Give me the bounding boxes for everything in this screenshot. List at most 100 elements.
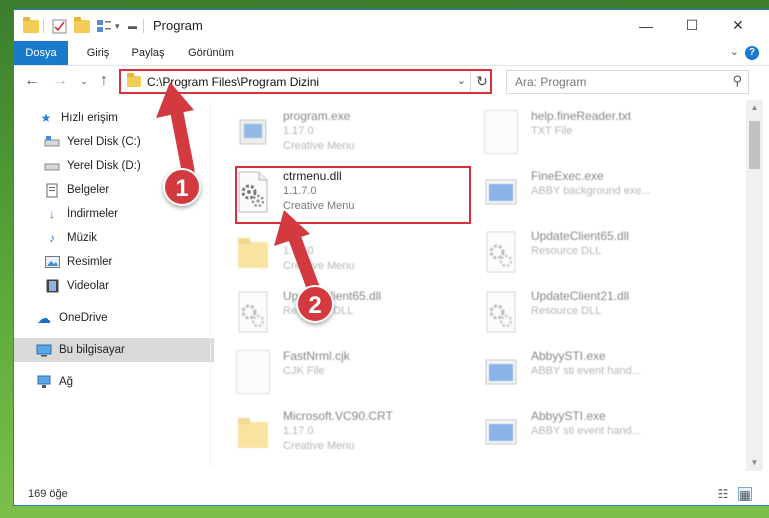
customize-toolbar-icon[interactable]: ▬ [128,17,137,35]
step-badge-1: 1 [163,168,201,206]
scrollbar-thumb[interactable] [749,121,760,169]
recent-locations-icon[interactable]: ⌄ [74,71,94,91]
address-folder-icon [127,73,141,87]
dll-gear-icon [486,291,516,333]
file-type: TXT File [531,125,573,137]
folder-icon [23,16,39,35]
maximize-button[interactable]: ☐ [669,10,715,41]
sidebar-item-onedrive[interactable]: ☁ OneDrive [14,306,230,330]
file-item[interactable]: AbbyySTI.exe ABBY sti event hand... [462,344,702,404]
pictures-icon [44,255,60,269]
window-title: Program [153,18,203,33]
address-path[interactable]: C:\Program Files\Program Dizini [147,75,319,89]
file-description: ABBY sti event hand... [531,425,641,437]
drive-icon [44,135,60,149]
ribbon-tabs: Dosya Giriş Paylaş Görünüm ⌄ ? [14,41,769,66]
file-name: UpdateClient65.dll [531,229,630,243]
file-description: ABBY sti event hand... [531,365,641,377]
download-icon: ↓ [49,207,55,221]
sidebar-item-local-disk-d[interactable]: Yerel Disk (D:) 📌 [14,154,238,178]
file-description: Creative Menu [283,260,355,272]
documents-icon [44,183,60,197]
star-icon: ★ [40,111,52,125]
sidebar-item-videos[interactable]: Videolar 📌 [14,274,238,298]
vertical-scrollbar[interactable]: ▲ ▼ [746,100,763,471]
up-arrow-icon[interactable]: ↑ [94,71,114,91]
sidebar-item-label: İndirmeler [67,208,119,220]
sidebar-item-label: Resimler [67,256,113,268]
exe-icon [239,119,267,145]
scroll-up-icon[interactable]: ▲ [746,100,763,116]
file-description: ABBY background exe... [531,185,651,197]
file-item[interactable]: UpdateClient65.dll Resource DLL [214,284,454,344]
pane-divider[interactable] [210,102,211,467]
chevron-down-icon[interactable]: ▾ [115,17,120,35]
sidebar-item-label: Bu bilgisayar [59,344,125,356]
back-arrow-icon[interactable]: ← [22,71,42,91]
exe-window-icon [485,419,517,445]
file-item[interactable]: FastNrml.cjk CJK File [214,344,454,404]
sidebar-item-label: Ağ [59,376,74,388]
sidebar-item-local-disk-c[interactable]: Yerel Disk (C:) 📌 [14,130,238,154]
ribbon-expand-icon[interactable]: ⌄ [730,45,739,58]
title-separator [143,19,144,33]
tab-view[interactable]: Görünüm [182,41,240,65]
file-name: Microsoft.VC90.CRT [283,409,393,423]
forward-arrow-icon[interactable]: → [50,71,70,91]
sidebar-item-network[interactable]: Ağ [14,370,230,394]
file-name: UpdateClient21.dll [531,289,630,303]
file-item-selected[interactable]: ctrmenu.dll 1.1.7.0 Creative Menu [214,164,454,224]
search-box[interactable]: Ara: Program ⚲ [506,70,749,94]
scroll-down-icon[interactable]: ▼ [746,455,763,471]
file-item[interactable]: 1.17.0 Creative Menu [214,224,454,284]
dll-gear-icon [238,171,268,213]
blank-file-icon [236,350,270,394]
file-item[interactable]: UpdateClient21.dll Resource DLL [462,284,702,344]
close-button[interactable]: ✕ [715,10,761,41]
file-item[interactable]: help.fineReader.txt TXT File [462,104,702,164]
sidebar-item-label: Belgeler [67,184,110,196]
search-icon[interactable]: ⚲ [732,73,742,89]
sidebar-item-music[interactable]: ♪ Müzik 📌 [14,226,238,250]
file-version: 1.1.7.0 [283,185,317,197]
explorer-window: ▾ ▬ Program — ☐ ✕ Dosya Giriş Paylaş Gör… [14,10,769,505]
new-folder-icon[interactable] [74,16,90,35]
sidebar-item-label: Hızlı erişim [61,112,118,124]
file-item[interactable]: program.exe 1.17.0 Creative Menu [214,104,454,164]
file-item[interactable]: AbbyySTI.exe ABBY sti event hand... [462,404,702,464]
file-name: AbbyySTI.exe [531,409,606,423]
tab-file[interactable]: Dosya [14,41,68,65]
large-icons-view-icon[interactable]: ▦ [738,487,752,502]
file-item[interactable]: UpdateClient65.dll Resource DLL [462,224,702,284]
file-name: ctrmenu.dll [283,169,342,183]
file-version: 1.17.0 [283,125,314,137]
address-row: ← → ⌄ ↑ C:\Program Files\Program Dizini … [14,66,769,98]
search-input[interactable]: Ara: Program [515,75,586,89]
file-list: program.exe 1.17.0 Creative Menu help.fi… [214,100,744,470]
sidebar-item-label: Videolar [67,280,109,292]
view-options-icon[interactable] [96,17,112,35]
refresh-icon[interactable]: ↻ [473,71,491,91]
minimize-button[interactable]: — [623,10,669,41]
file-name: FastNrml.cjk [283,349,350,363]
sidebar-item-this-pc[interactable]: Bu bilgisayar [14,338,230,362]
sidebar-item-downloads[interactable]: ↓ İndirmeler 📌 [14,202,238,226]
address-dropdown-icon[interactable]: ⌄ [457,74,466,87]
properties-icon[interactable] [52,17,67,35]
address-bar[interactable]: C:\Program Files\Program Dizini ⌄ [120,70,471,94]
details-view-icon[interactable]: ☷ [716,487,730,501]
help-icon[interactable]: ? [745,46,759,60]
file-item[interactable]: Microsoft.VC90.CRT 1.17.0 Creative Menu [214,404,454,464]
sidebar-item-quick-access[interactable]: ★ Hızlı erişim [14,106,232,130]
file-type: Resource DLL [531,245,602,257]
step-badge-2: 2 [296,285,334,323]
file-item[interactable]: FineExec.exe ABBY background exe... [462,164,702,224]
sidebar-item-pictures[interactable]: Resimler 📌 [14,250,238,274]
sidebar-item-documents[interactable]: Belgeler 📌 [14,178,238,202]
tab-home[interactable]: Giriş [78,41,118,65]
file-version: 1.17.0 [283,245,314,257]
navigation-pane: ★ Hızlı erişim Yerel Disk (C:) 📌 Yerel D… [14,102,233,474]
folder-icon [238,238,268,268]
tab-share[interactable]: Paylaş [126,41,170,65]
computer-icon [36,343,52,357]
